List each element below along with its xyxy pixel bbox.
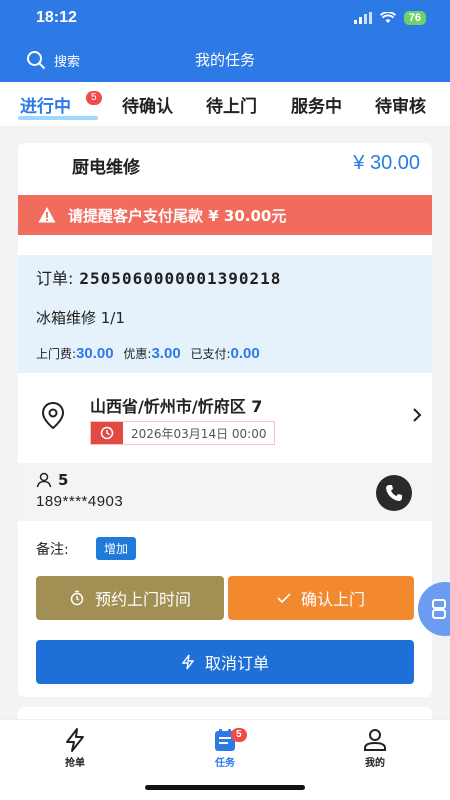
cancel-order-label: 取消订单 [204, 654, 269, 673]
contact-box: 5 189****4903 [18, 463, 432, 521]
contact-phone: 189****4903 [36, 493, 124, 510]
schedule-visit-label: 预约上门时间 [94, 590, 191, 609]
tasks-badge: 5 [231, 728, 247, 742]
visit-fee-value: 30.00 [76, 345, 114, 362]
wifi-icon [379, 12, 396, 23]
order-details: 订单: 2505060000001390218 冰箱维修 1/1 上门费:30.0… [18, 255, 432, 373]
confirm-visit-button[interactable]: 确认上门 [228, 576, 414, 620]
home-indicator [145, 785, 305, 790]
grid-icon [432, 599, 446, 619]
signal-icon [353, 12, 372, 24]
status-bar: 18:12 76 [0, 0, 450, 36]
page-title: 我的任务 [194, 51, 255, 69]
timer-icon [70, 590, 84, 606]
cancel-order-button[interactable]: 取消订单 [36, 640, 414, 684]
tab-badge: 5 [86, 91, 102, 105]
payment-alert: 请提醒客户支付尾款 ¥ 30.00元 [18, 195, 432, 235]
bottom-nav-mine[interactable]: 我的 [345, 726, 405, 769]
user-icon [345, 726, 405, 754]
visit-fee-label: 上门费: [36, 347, 77, 361]
status-tabs: 进行中 5 待确认 待上门 服务中 待审核 [0, 82, 450, 126]
bottom-nav-label: 任务 [215, 758, 235, 769]
lightning-icon [181, 654, 195, 670]
contact-name: 5 [36, 471, 68, 489]
add-note-button[interactable]: 增加 [96, 537, 137, 560]
appointment-time-text: 2026年03月14日 00:00 [131, 426, 267, 441]
status-icons: 76 [353, 11, 426, 25]
nav-bar: 搜索 我的任务 [0, 36, 450, 82]
tab-pending-confirm[interactable]: 待确认 [122, 92, 173, 117]
order-price: ¥ 30.00 [353, 152, 420, 174]
order-card: 厨电维修 ¥ 30.00 请提醒客户支付尾款 ¥ 30.00元 订单: 25050… [18, 143, 432, 697]
clock-icon [91, 422, 123, 444]
paid-label: 已支付: [190, 347, 231, 361]
tab-pending-visit[interactable]: 待上门 [206, 92, 257, 117]
appointment-time: 2026年03月14日 00:00 [90, 421, 276, 445]
order-number-value: 2505060000001390218 [79, 269, 282, 288]
bottom-nav-tasks[interactable]: 5 任务 [195, 726, 255, 769]
tab-in-service[interactable]: 服务中 [291, 92, 342, 117]
chevron-right-icon [412, 407, 422, 427]
check-icon [277, 593, 291, 604]
phone-call-icon[interactable] [376, 475, 412, 511]
address-text: 山西省/忻州市/忻府区 7 [90, 397, 263, 416]
order-number: 订单: 2505060000001390218 [36, 265, 281, 289]
confirm-visit-label: 确认上门 [300, 590, 365, 609]
battery-indicator: 76 [403, 11, 426, 25]
bottom-nav-grab-orders[interactable]: 抢单 [45, 726, 105, 769]
location-pin-icon [40, 401, 66, 435]
bottom-nav-label: 我的 [365, 758, 385, 769]
paid-value: 0.00 [230, 345, 260, 362]
schedule-visit-button[interactable]: 预约上门时间 [36, 576, 224, 620]
address-row[interactable]: 山西省/忻州市/忻府区 7 2026年03月14日 00:00 [18, 379, 432, 457]
status-time: 18:12 [36, 9, 77, 26]
tab-pending-review[interactable]: 待审核 [375, 92, 426, 117]
service-name: 厨电维修 [72, 158, 140, 178]
discount-label: 优惠: [123, 347, 152, 361]
alert-text: 请提醒客户支付尾款 ¥ 30.00元 [68, 206, 287, 225]
tab-underline [18, 116, 98, 120]
note-label: 备注: [36, 542, 69, 558]
contact-name-text: 5 [58, 471, 69, 489]
order-number-label: 订单: [36, 269, 74, 288]
task-icon [195, 726, 255, 754]
order-item: 冰箱维修 1/1 [36, 309, 125, 327]
tab-in-progress[interactable]: 进行中 [20, 92, 71, 117]
lightning-icon [45, 726, 105, 754]
fee-summary: 上门费:30.00 优惠:3.00 已支付:0.00 [36, 345, 266, 362]
bottom-nav-label: 抢单 [65, 758, 85, 769]
person-icon [36, 472, 52, 488]
warning-icon [38, 206, 56, 224]
discount-value: 3.00 [151, 345, 181, 362]
